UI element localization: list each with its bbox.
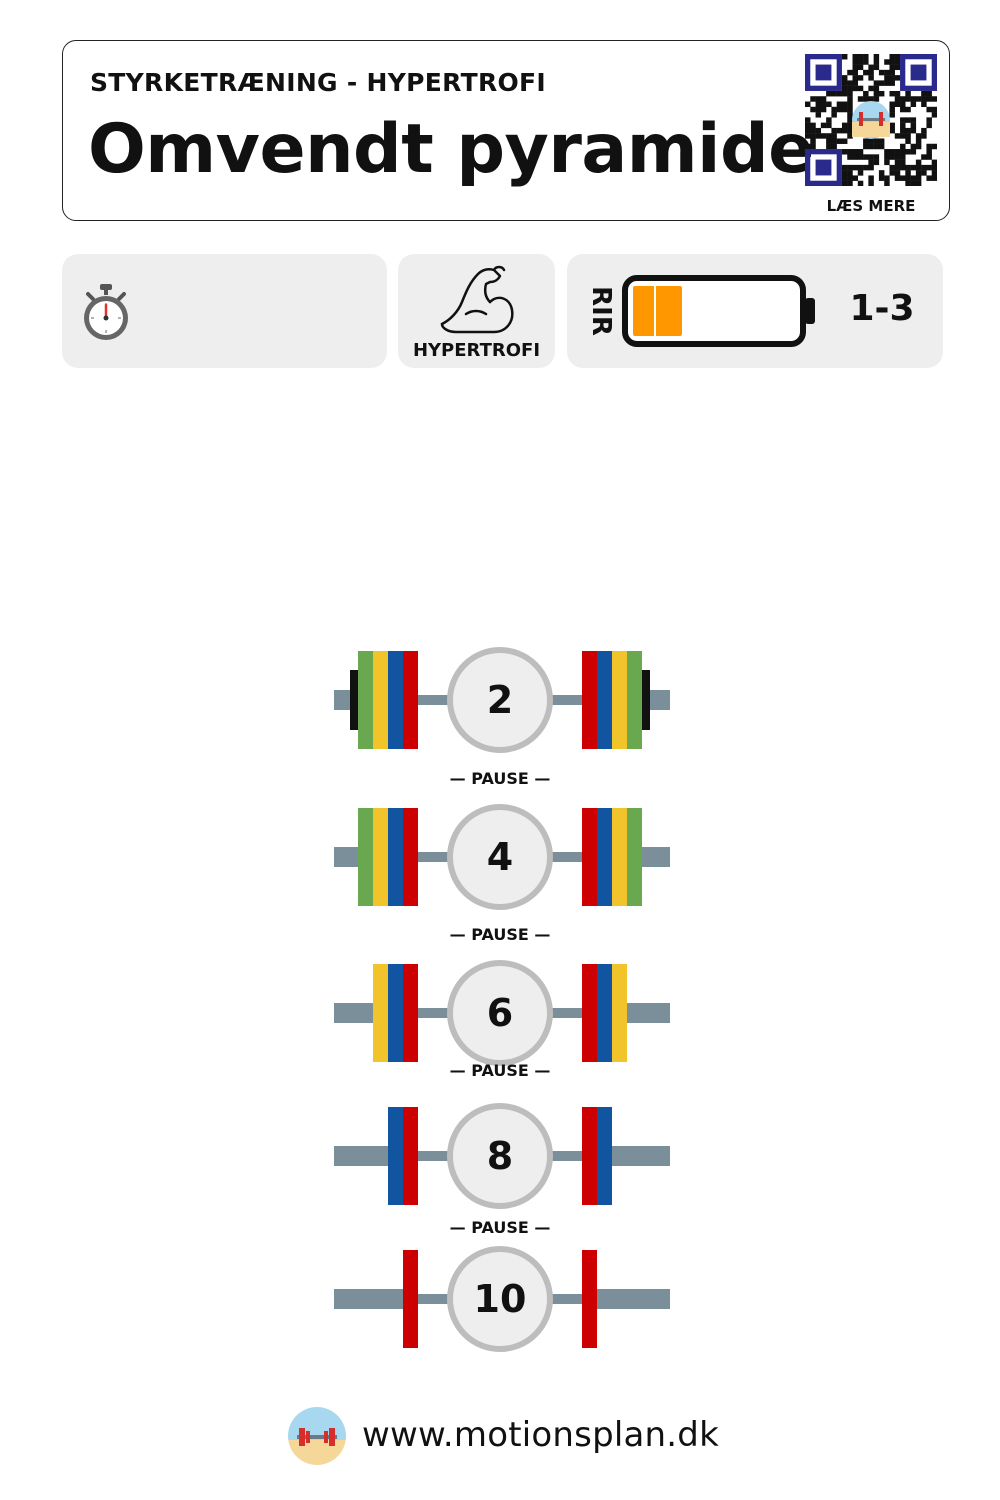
weight-plate — [582, 964, 597, 1062]
motionsplan-logo-icon[interactable] — [287, 1406, 347, 1466]
weight-plate — [388, 964, 403, 1062]
weight-plate — [597, 964, 612, 1062]
weight-plate — [582, 1107, 597, 1205]
set-pyramid-diagram — [334, 647, 670, 1352]
weight-plate — [582, 651, 597, 749]
weight-plate — [627, 808, 642, 906]
pause-label: — PAUSE — — [449, 1061, 551, 1080]
pause-label: — PAUSE — — [449, 925, 551, 944]
weight-plate — [373, 651, 388, 749]
weight-plate — [373, 964, 388, 1062]
weight-plate — [403, 651, 418, 749]
barbell-collar — [642, 670, 650, 730]
weight-plate — [358, 808, 373, 906]
weight-plate — [582, 1250, 597, 1348]
weight-plate — [388, 651, 403, 749]
weight-plate — [373, 808, 388, 906]
weight-plate — [582, 808, 597, 906]
weight-plate — [597, 808, 612, 906]
weight-plate — [403, 808, 418, 906]
pause-label: — PAUSE — — [449, 769, 551, 788]
weight-plate — [612, 808, 627, 906]
weight-plate — [403, 1250, 418, 1348]
website-link[interactable]: www.motionsplan.dk — [362, 1415, 719, 1455]
rep-count: 4 — [486, 835, 514, 879]
barbell-collar — [350, 670, 358, 730]
rep-count: 6 — [486, 991, 514, 1035]
weight-plate — [612, 964, 627, 1062]
weight-plate — [403, 964, 418, 1062]
weight-plate — [627, 651, 642, 749]
weight-plate — [403, 1107, 418, 1205]
weight-plate — [388, 808, 403, 906]
pause-label: — PAUSE — — [449, 1218, 551, 1237]
weight-plate — [388, 1107, 403, 1205]
weight-plate — [597, 1107, 612, 1205]
rep-count: 10 — [473, 1277, 527, 1321]
rep-count: 2 — [486, 678, 514, 722]
weight-plate — [358, 651, 373, 749]
weight-plate — [597, 651, 612, 749]
weight-plate — [612, 651, 627, 749]
rep-count: 8 — [486, 1134, 514, 1178]
